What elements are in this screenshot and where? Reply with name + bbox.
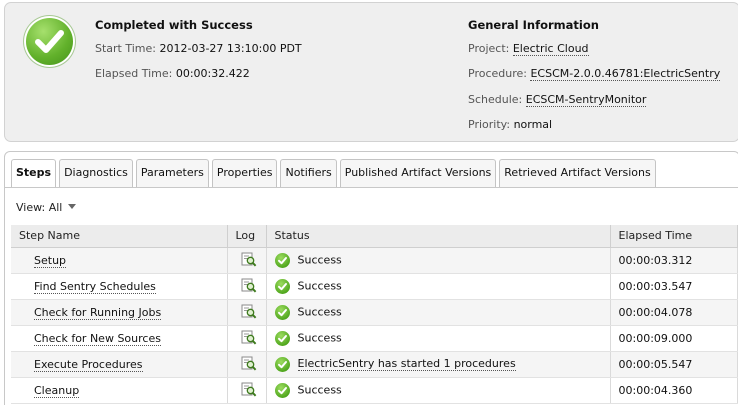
schedule-row: Schedule: ECSCM-SentryMonitor [468,93,647,107]
job-details-panel: Steps Diagnostics Parameters Properties … [4,151,738,405]
magnifier-log-icon[interactable] [241,356,257,372]
tab-steps[interactable]: Steps [11,159,57,187]
elapsed-time-cell: 00:00:05.547 [610,351,738,378]
start-time-row: Start Time: 2012-03-27 13:10:00 PDT [95,42,302,55]
elapsed-time-row: Elapsed Time: 00:00:32.422 [95,67,250,80]
status-text[interactable]: ElectricSentry has started 1 procedures [297,357,516,371]
table-row: Check for New Sources Success 00:00:09.000 [11,325,738,352]
priority-row: Priority: normal [468,118,552,131]
tab-properties[interactable]: Properties [211,159,278,187]
column-header-elapsed-time[interactable]: Elapsed Time [610,225,738,248]
success-check-icon [274,278,290,294]
elapsed-time-cell: 00:00:04.360 [610,377,738,404]
project-row: Project: Electric Cloud [468,42,589,56]
log-cell [227,273,267,300]
elapsed-time-cell: 00:00:03.312 [610,247,738,274]
step-name-cell: Cleanup [11,377,228,404]
elapsed-time-label: Elapsed Time: [95,67,173,80]
schedule-link[interactable]: ECSCM-SentryMonitor [525,93,647,107]
table-row: Setup Success 00:00:03.312 [11,247,738,274]
step-name-link[interactable]: Cleanup [34,383,80,398]
procedure-label: Procedure: [468,67,527,80]
table-row: Execute Procedures ElectricSentry has sta… [11,351,738,378]
step-name-link[interactable]: Setup [34,253,67,268]
elapsed-time-cell: 00:00:03.547 [610,273,738,300]
log-cell [227,247,267,274]
log-cell [227,377,267,404]
tab-published-artifact-versions[interactable]: Published Artifact Versions [339,159,497,187]
status-cell: ElectricSentry has started 1 procedures [266,351,611,378]
elapsed-time-cell: 00:00:04.078 [610,299,738,326]
table-row: Find Sentry Schedules Success 00:00:03.547 [11,273,738,300]
tab-parameters[interactable]: Parameters [135,159,209,187]
success-check-icon [274,304,290,320]
log-cell [227,325,267,352]
success-check-icon [274,330,290,346]
job-status-title: Completed with Success [95,18,253,32]
status-cell: Success [266,325,611,352]
success-check-icon [274,382,290,398]
priority-value: normal [513,118,553,131]
elapsed-time-value: 00:00:32.422 [175,67,250,80]
general-info-title: General Information [468,18,599,32]
tab-retrieved-artifact-versions[interactable]: Retrieved Artifact Versions [499,159,656,187]
elapsed-time-cell: 00:00:09.000 [610,325,738,352]
project-link[interactable]: Electric Cloud [512,42,589,56]
step-name-cell: Check for New Sources [11,325,228,352]
steps-table: Step Name Log Status Elapsed Time Setup S… [11,225,738,404]
status-cell: Success [266,377,611,404]
view-label: View: [16,201,46,214]
magnifier-log-icon[interactable] [241,252,257,268]
step-name-link[interactable]: Execute Procedures [34,357,143,372]
magnifier-log-icon[interactable] [241,382,257,398]
table-row: Check for Running Jobs Success 00:00:04.07… [11,299,738,326]
step-name-link[interactable]: Check for New Sources [34,331,161,346]
status-text: Success [297,305,342,318]
step-name-cell: Find Sentry Schedules [11,273,228,300]
job-summary-panel: Completed with Success Start Time: 2012-… [4,2,738,142]
status-cell: Success [266,299,611,326]
magnifier-log-icon[interactable] [241,304,257,320]
log-cell [227,299,267,326]
column-header-log[interactable]: Log [227,225,267,248]
procedure-link[interactable]: ECSCM-2.0.0.46781:ElectricSentry [530,67,721,81]
column-header-step-name[interactable]: Step Name [11,225,228,248]
tab-diagnostics[interactable]: Diagnostics [59,159,133,187]
log-cell [227,351,267,378]
view-dropdown[interactable]: All [49,201,77,214]
status-cell: Success [266,273,611,300]
tab-bar: Steps Diagnostics Parameters Properties … [11,159,659,187]
priority-label: Priority: [468,118,511,131]
status-cell: Success [266,247,611,274]
status-text: Success [297,279,342,292]
view-dropdown-value: All [48,201,63,214]
step-name-cell: Setup [11,247,228,274]
success-check-icon [274,356,290,372]
step-name-cell: Execute Procedures [11,351,228,378]
table-row: Cleanup Success 00:00:04.360 [11,377,738,404]
status-text: Success [297,331,342,344]
procedure-row: Procedure: ECSCM-2.0.0.46781:ElectricSen… [468,67,721,81]
success-check-icon [274,252,290,268]
magnifier-log-icon[interactable] [241,278,257,294]
schedule-label: Schedule: [468,93,523,106]
status-text: Success [297,383,342,396]
step-name-cell: Check for Running Jobs [11,299,228,326]
success-check-icon [24,16,75,67]
magnifier-log-icon[interactable] [241,330,257,346]
step-name-link[interactable]: Find Sentry Schedules [34,279,156,294]
steps-table-body: Setup Success 00:00:03.312 Find Sentry Sche… [11,247,738,404]
tab-notifiers[interactable]: Notifiers [280,159,337,187]
tab-divider [5,187,738,188]
caret-down-icon[interactable] [68,204,77,209]
column-header-status[interactable]: Status [266,225,611,248]
view-filter: View: All [16,201,77,214]
project-label: Project: [468,42,510,55]
step-name-link[interactable]: Check for Running Jobs [34,305,162,320]
start-time-value: 2012-03-27 13:10:00 PDT [159,42,302,55]
status-text: Success [297,253,342,266]
start-time-label: Start Time: [95,42,156,55]
table-header-row: Step Name Log Status Elapsed Time [11,225,738,248]
